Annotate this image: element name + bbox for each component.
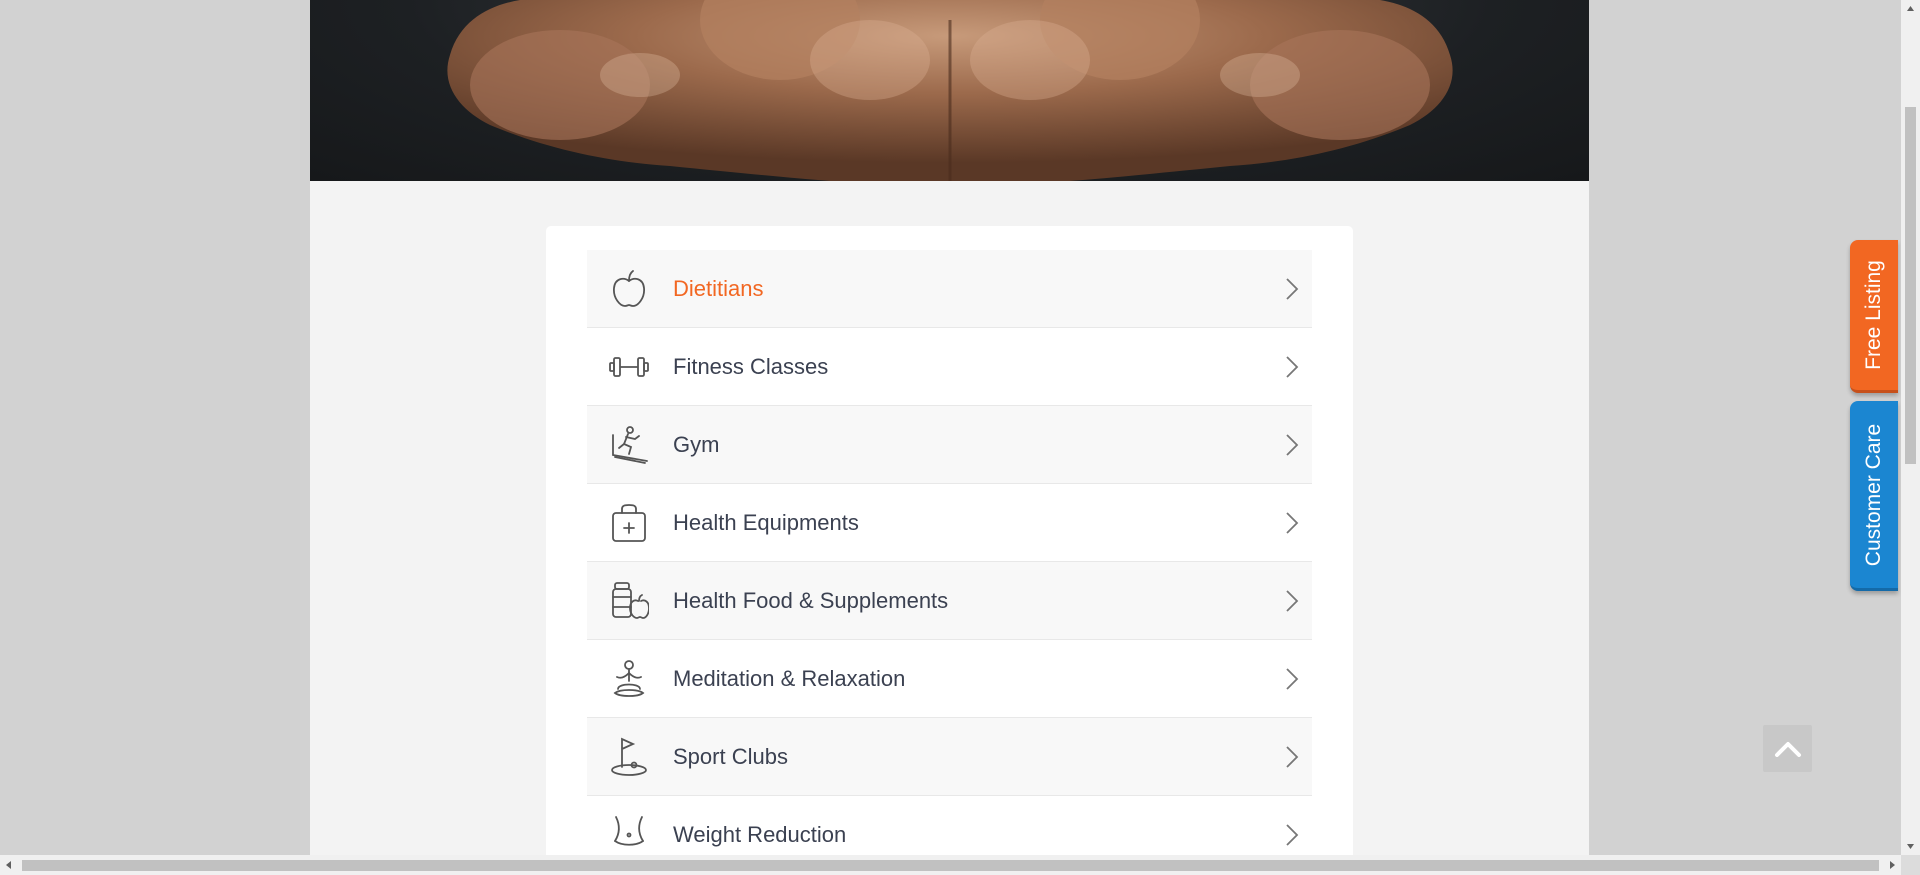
treadmill-runner-icon bbox=[609, 425, 649, 465]
chevron-right-icon bbox=[1286, 355, 1299, 378]
chevron-right-icon bbox=[1286, 433, 1299, 456]
category-label: Health Equipments bbox=[673, 509, 859, 535]
chevron-right-icon bbox=[1286, 823, 1299, 846]
medical-bag-icon bbox=[609, 503, 649, 543]
category-label: Sport Clubs bbox=[673, 743, 788, 769]
chevron-right-icon bbox=[1286, 277, 1299, 300]
category-label: Fitness Classes bbox=[673, 353, 829, 379]
category-item-weight-reduction[interactable]: Weight Reduction bbox=[587, 796, 1312, 855]
chevron-right-icon bbox=[1286, 511, 1299, 534]
scroll-up-arrow-icon[interactable] bbox=[1901, 0, 1920, 17]
free-listing-tab[interactable]: Free Listing bbox=[1850, 240, 1898, 393]
chevron-right-icon bbox=[1286, 667, 1299, 690]
category-item-dietitians[interactable]: Dietitians bbox=[587, 250, 1312, 328]
dumbbell-icon bbox=[609, 347, 649, 387]
scrollbar-corner bbox=[1901, 855, 1920, 875]
category-item-fitness-classes[interactable]: Fitness Classes bbox=[587, 328, 1312, 406]
meditation-icon bbox=[609, 659, 649, 699]
category-label: Meditation & Relaxation bbox=[673, 665, 906, 691]
free-listing-label: Free Listing bbox=[1862, 260, 1885, 370]
customer-care-tab[interactable]: Customer Care bbox=[1850, 401, 1898, 591]
horizontal-scrollbar[interactable] bbox=[0, 855, 1901, 875]
supplements-icon bbox=[609, 581, 649, 621]
apple-icon bbox=[609, 269, 649, 309]
customer-care-label: Customer Care bbox=[1862, 423, 1886, 566]
scroll-right-arrow-icon[interactable] bbox=[1884, 855, 1901, 875]
scroll-down-arrow-icon[interactable] bbox=[1901, 838, 1920, 855]
category-label: Gym bbox=[673, 431, 720, 457]
category-list: Dietitians Fitness Classes Gym Health Eq… bbox=[587, 250, 1312, 855]
chevron-right-icon bbox=[1286, 745, 1299, 768]
hero-banner-image bbox=[310, 0, 1589, 181]
page-content: Dietitians Fitness Classes Gym Health Eq… bbox=[310, 0, 1589, 855]
horizontal-scrollbar-thumb[interactable] bbox=[22, 860, 1879, 871]
category-label: Health Food & Supplements bbox=[673, 587, 949, 613]
category-item-gym[interactable]: Gym bbox=[587, 406, 1312, 484]
scroll-left-arrow-icon[interactable] bbox=[0, 855, 17, 875]
category-card: Dietitians Fitness Classes Gym Health Eq… bbox=[546, 226, 1353, 855]
vertical-scrollbar[interactable] bbox=[1901, 0, 1920, 855]
scroll-to-top-button[interactable] bbox=[1763, 725, 1812, 772]
category-item-sport-clubs[interactable]: Sport Clubs bbox=[587, 718, 1312, 796]
category-label: Dietitians bbox=[673, 275, 764, 301]
golf-flag-icon bbox=[609, 737, 649, 777]
vertical-scrollbar-thumb[interactable] bbox=[1905, 107, 1916, 464]
category-item-health-food-supplements[interactable]: Health Food & Supplements bbox=[587, 562, 1312, 640]
waist-icon bbox=[609, 815, 649, 855]
category-label: Weight Reduction bbox=[673, 821, 847, 847]
category-item-health-equipments[interactable]: Health Equipments bbox=[587, 484, 1312, 562]
chevron-up-icon bbox=[1774, 741, 1801, 757]
category-item-meditation-relaxation[interactable]: Meditation & Relaxation bbox=[587, 640, 1312, 718]
chevron-right-icon bbox=[1286, 589, 1299, 612]
